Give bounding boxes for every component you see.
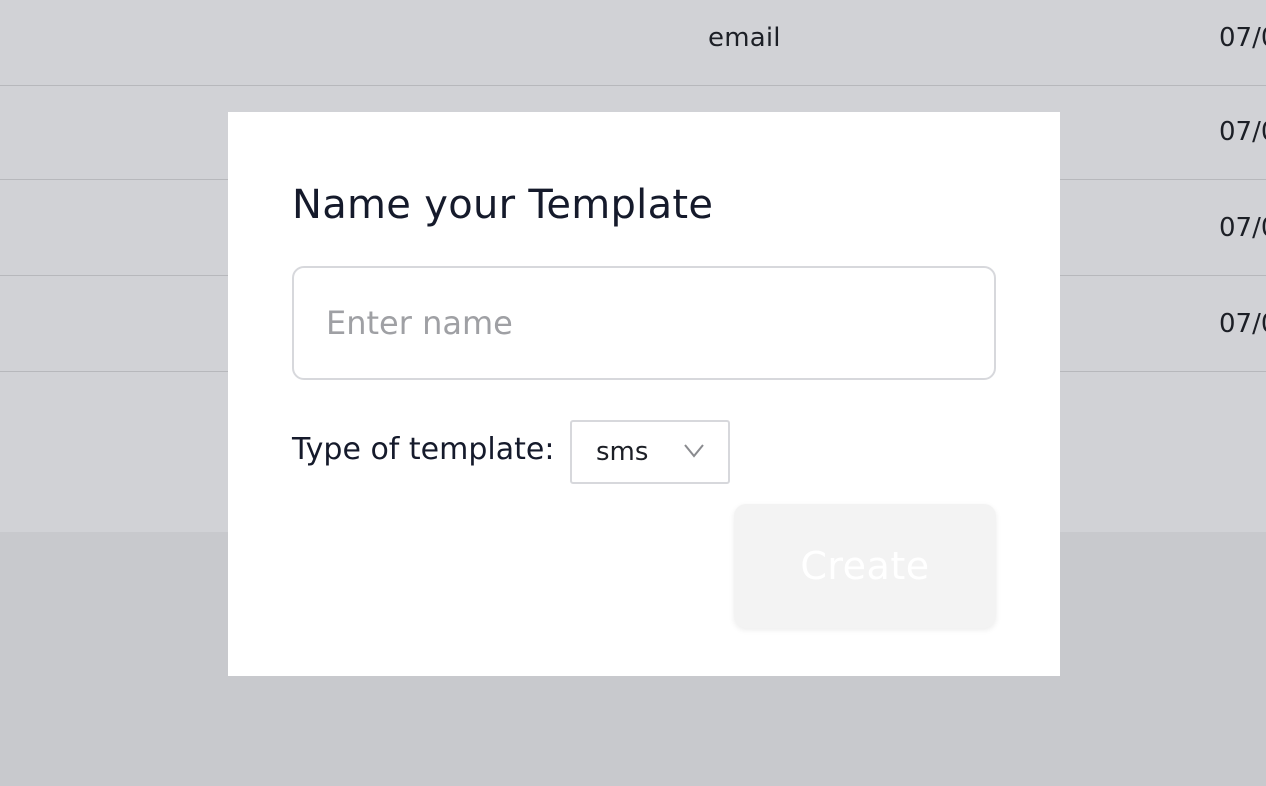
template-type-value: sms (596, 437, 649, 467)
row-date: 07/0 (1219, 212, 1266, 243)
template-name-input[interactable] (292, 266, 996, 380)
create-template-modal: Name your Template Type of template: sms… (228, 112, 1060, 676)
table-row: email 07/0 (0, 0, 1266, 86)
template-type-label: Type of template: (292, 432, 555, 467)
row-date: 07/0 (1219, 116, 1266, 147)
template-type-select[interactable]: sms (570, 420, 730, 484)
modal-title: Name your Template (292, 182, 714, 228)
chevron-down-icon (684, 444, 704, 458)
row-type: email (708, 22, 781, 53)
create-button[interactable]: Create (734, 504, 996, 628)
row-date: 07/0 (1219, 22, 1266, 53)
row-date: 07/0 (1219, 308, 1266, 339)
